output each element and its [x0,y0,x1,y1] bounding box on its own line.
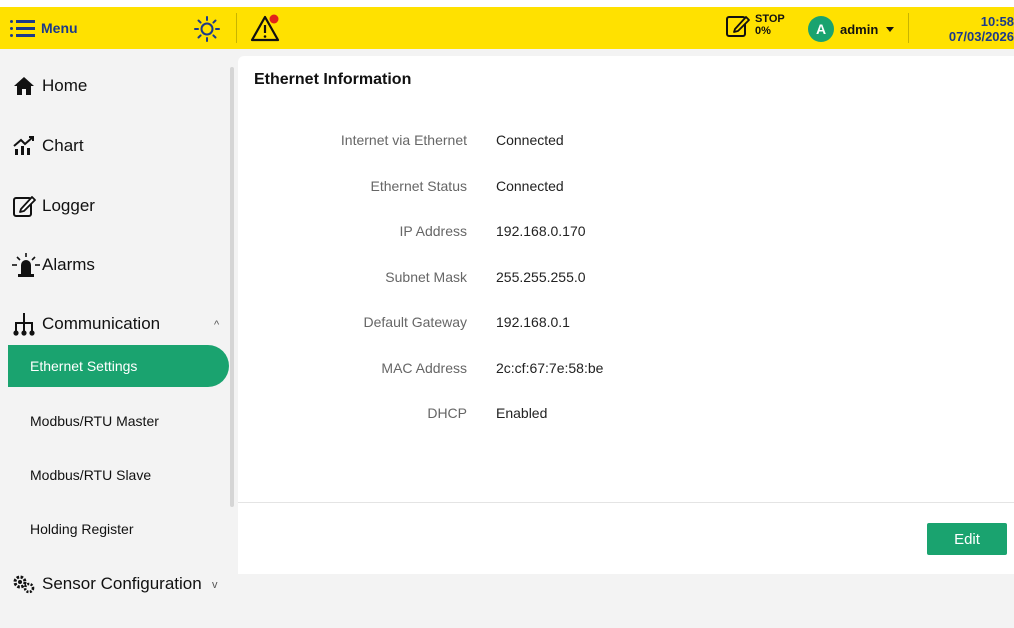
info-row: DHCP Enabled [238,405,1014,425]
info-value: Enabled [496,405,548,421]
gears-icon [13,575,35,594]
divider [238,502,1014,503]
info-label: Default Gateway [363,314,468,330]
menu-label: Menu [41,20,78,36]
sun-icon[interactable] [193,15,221,43]
divider [908,13,909,43]
clock-date: 07/03/2026 [948,29,1014,44]
recording-status-label: STOP [755,13,785,25]
clock: 10:58 07/03/2026 [949,14,1014,44]
recording-status[interactable]: STOP 0% [725,13,785,39]
sidebar-scrollbar[interactable] [230,67,234,507]
sidebar-item-label: Chart [42,136,84,155]
sidebar: Home Chart Logger Alarms Communication ^… [0,49,236,628]
info-value: Connected [496,132,564,148]
sidebar-item-label: Sensor Configuration [42,574,202,593]
info-row: Subnet Mask 255.255.255.0 [238,269,1014,289]
ethernet-information-panel: Ethernet Information Internet via Ethern… [238,56,1014,574]
home-icon [14,77,34,95]
sidebar-item-modbus-rtu-slave[interactable]: Modbus/RTU Slave [30,467,151,483]
info-label: IP Address [399,223,467,239]
info-label: Subnet Mask [385,269,467,285]
info-label: Ethernet Status [370,178,467,194]
sidebar-item-modbus-rtu-master[interactable]: Modbus/RTU Master [30,413,159,429]
info-label: MAC Address [381,360,467,376]
info-row: IP Address 192.168.0.170 [238,223,1014,243]
sidebar-item-chart[interactable]: Chart [12,135,84,157]
alarm-light-icon [12,253,40,277]
info-row: Default Gateway 192.168.0.1 [238,314,1014,334]
info-row: Ethernet Status Connected [238,178,1014,198]
caret-down-icon [886,26,895,32]
chevron-down-icon[interactable]: v [212,579,218,591]
recording-percent: 0% [755,25,771,37]
divider [236,13,237,43]
user-menu[interactable]: A admin [808,16,895,42]
network-icon [13,313,35,336]
info-label: Internet via Ethernet [340,132,467,148]
menu-button[interactable]: Menu [10,15,78,41]
info-row: MAC Address 2c:cf:67:7e:58:be [238,360,1014,380]
chart-icon [13,136,34,155]
clock-time: 10:58 [980,14,1014,29]
edit-note-icon [726,16,750,37]
sidebar-item-holding-register[interactable]: Holding Register [30,521,134,537]
warning-icon[interactable] [250,13,282,43]
sidebar-item-label: Home [42,76,88,95]
info-value: Connected [496,178,564,194]
sidebar-item-alarms[interactable]: Alarms [12,252,95,278]
sidebar-item-sensor-configuration[interactable]: Sensor Configuration [12,573,202,595]
sidebar-item-label: Alarms [42,255,95,274]
page-title: Ethernet Information [254,71,412,88]
info-row: Internet via Ethernet Connected [238,132,1014,152]
sidebar-item-label: Communication [42,314,161,333]
sidebar-item-ethernet-settings[interactable]: Ethernet Settings [8,345,229,387]
sidebar-item-home[interactable]: Home [12,75,87,97]
info-value: 2c:cf:67:7e:58:be [496,360,604,376]
chevron-up-icon[interactable]: ^ [214,319,219,331]
clipped-caption-strip [0,0,1014,7]
user-name: admin [840,21,879,37]
info-value: 255.255.255.0 [496,269,586,285]
info-label: DHCP [427,405,467,421]
edit-button[interactable]: Edit [927,523,1007,555]
sidebar-item-label: Logger [42,196,95,215]
info-value: 192.168.0.170 [496,223,586,239]
logger-icon [13,196,36,217]
sidebar-item-communication[interactable]: Communication [12,311,160,337]
sidebar-item-logger[interactable]: Logger [12,194,95,218]
avatar: A [808,16,834,42]
hamburger-icon [10,18,35,38]
top-bar: Menu STOP 0% A admin 10:58 07/03/2026 [0,7,1014,49]
info-value: 192.168.0.1 [496,314,570,330]
